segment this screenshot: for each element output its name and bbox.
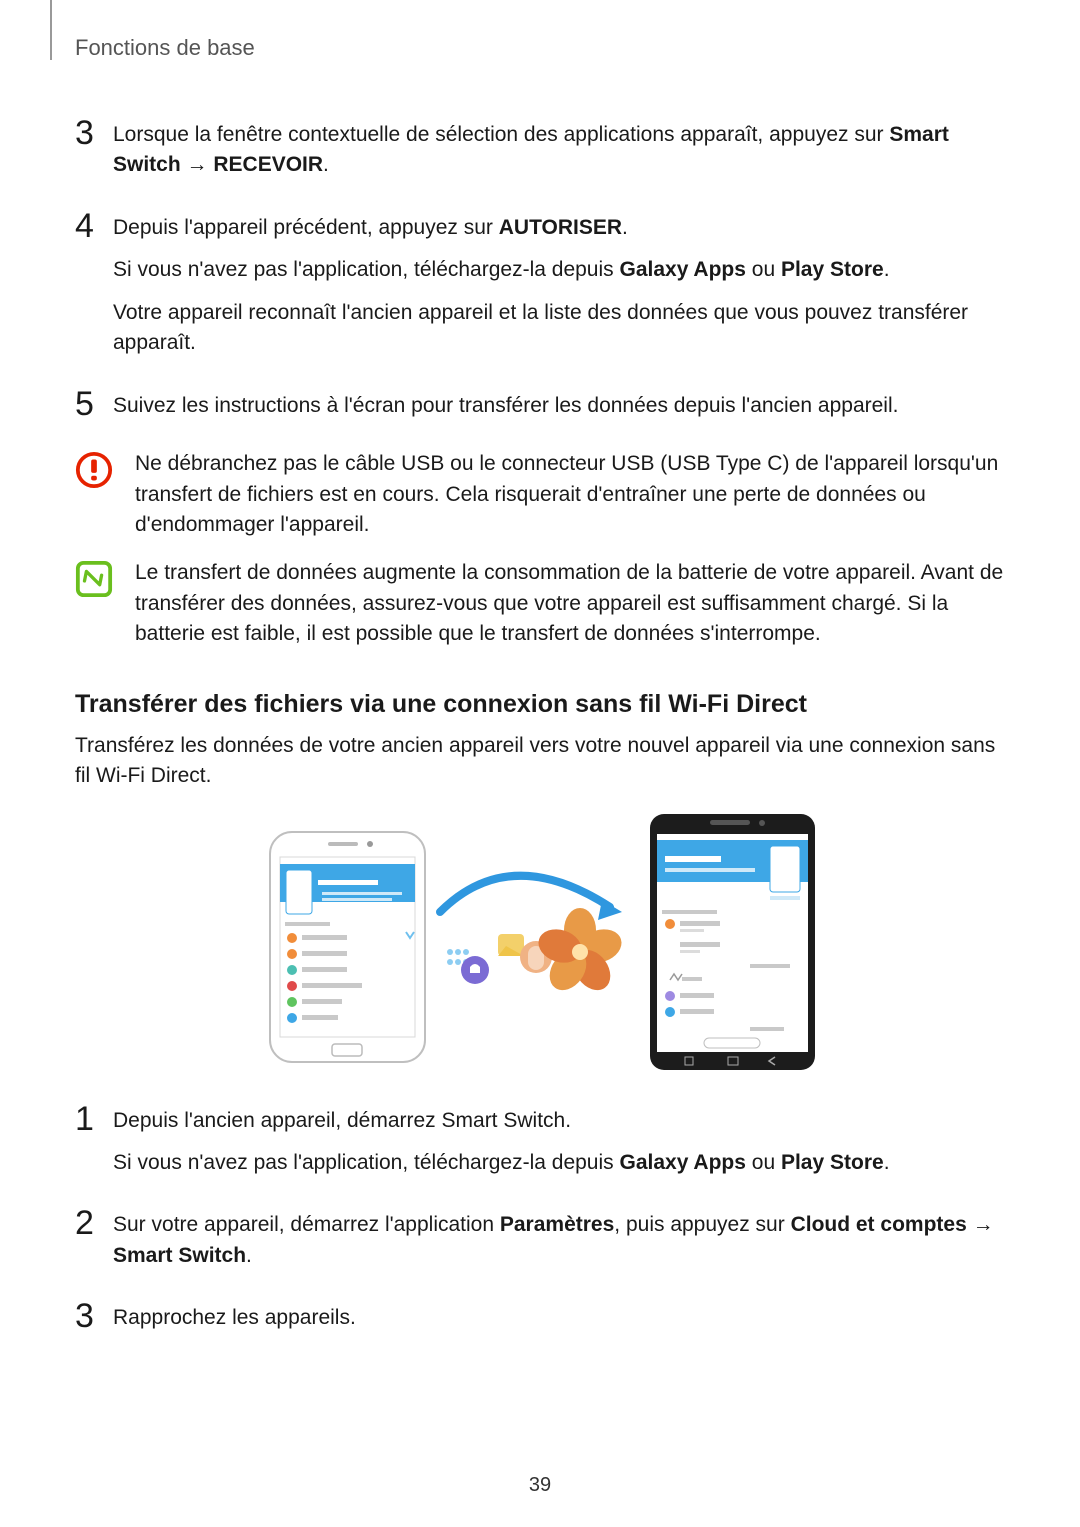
bold-text: Play Store xyxy=(781,1151,884,1174)
text: ou xyxy=(746,258,781,281)
step-item: 3 Lorsque la fenêtre contextuelle de sél… xyxy=(75,116,1005,181)
page-margin-line xyxy=(50,0,52,60)
bold-text: AUTORISER xyxy=(499,216,622,239)
text: Depuis l'ancien appareil, démarrez Smart… xyxy=(113,1106,890,1136)
text: . xyxy=(622,216,628,239)
text: . xyxy=(884,258,890,281)
callout-body: Ne débranchez pas le câble USB ou le con… xyxy=(135,449,1005,540)
step-item: 3 Rapprochez les appareils. xyxy=(75,1299,1005,1333)
callout-body: Le transfert de données augmente la cons… xyxy=(135,558,1005,649)
bold-text: RECEVOIR xyxy=(213,153,323,176)
callout-note: Le transfert de données augmente la cons… xyxy=(75,558,1005,649)
text: Votre appareil reconnaît l'ancien appare… xyxy=(113,298,1005,359)
step-number: 5 xyxy=(75,387,113,421)
warning-icon xyxy=(75,451,113,489)
bold-text: Smart Switch xyxy=(113,1244,246,1267)
step-body: Sur votre appareil, démarrez l'applicati… xyxy=(113,1206,1005,1271)
page-number: 39 xyxy=(0,1474,1080,1497)
callout-warning: Ne débranchez pas le câble USB ou le con… xyxy=(75,449,1005,540)
step-item: 5 Suivez les instructions à l'écran pour… xyxy=(75,387,1005,421)
step-body: Rapprochez les appareils. xyxy=(113,1299,356,1333)
intro-paragraph: Transférez les données de votre ancien a… xyxy=(75,731,1005,792)
step-body: Depuis l'appareil précédent, appuyez sur… xyxy=(113,209,1005,359)
bold-text: Paramètres xyxy=(500,1213,614,1236)
text: . xyxy=(246,1244,252,1267)
bold-text: Play Store xyxy=(781,258,884,281)
section-header: Fonctions de base xyxy=(75,35,1005,61)
step-number: 1 xyxy=(75,1102,113,1179)
step-number: 3 xyxy=(75,1299,113,1333)
text: Depuis l'appareil précédent, appuyez sur xyxy=(113,216,499,239)
text: Suivez les instructions à l'écran pour t… xyxy=(113,391,898,421)
text: → xyxy=(181,153,214,176)
bold-text: Galaxy Apps xyxy=(619,258,745,281)
step-body: Suivez les instructions à l'écran pour t… xyxy=(113,387,898,421)
text: , puis appuyez sur xyxy=(614,1213,790,1236)
text: . xyxy=(884,1151,890,1174)
step-item: 1 Depuis l'ancien appareil, démarrez Sma… xyxy=(75,1102,1005,1179)
text: → xyxy=(967,1213,994,1236)
step-body: Depuis l'ancien appareil, démarrez Smart… xyxy=(113,1102,890,1179)
text: Si vous n'avez pas l'application, téléch… xyxy=(113,258,619,281)
bold-text: Galaxy Apps xyxy=(619,1151,745,1174)
subheading: Transférer des fichiers via une connexio… xyxy=(75,690,1005,719)
step-item: 4 Depuis l'appareil précédent, appuyez s… xyxy=(75,209,1005,359)
step-number: 3 xyxy=(75,116,113,181)
step-item: 2 Sur votre appareil, démarrez l'applica… xyxy=(75,1206,1005,1271)
text: . xyxy=(323,153,329,176)
step-number: 2 xyxy=(75,1206,113,1271)
step-number: 4 xyxy=(75,209,113,359)
text: ou xyxy=(746,1151,781,1174)
transfer-illustration xyxy=(75,812,1005,1072)
page-content: Fonctions de base 3 Lorsque la fenêtre c… xyxy=(0,0,1080,1392)
text: Sur votre appareil, démarrez l'applicati… xyxy=(113,1213,500,1236)
bold-text: Cloud et comptes xyxy=(791,1213,967,1236)
text: Si vous n'avez pas l'application, téléch… xyxy=(113,1151,619,1174)
note-icon xyxy=(75,560,113,598)
step-body: Lorsque la fenêtre contextuelle de sélec… xyxy=(113,116,1005,181)
text: Rapprochez les appareils. xyxy=(113,1303,356,1333)
text: Lorsque la fenêtre contextuelle de sélec… xyxy=(113,123,889,146)
